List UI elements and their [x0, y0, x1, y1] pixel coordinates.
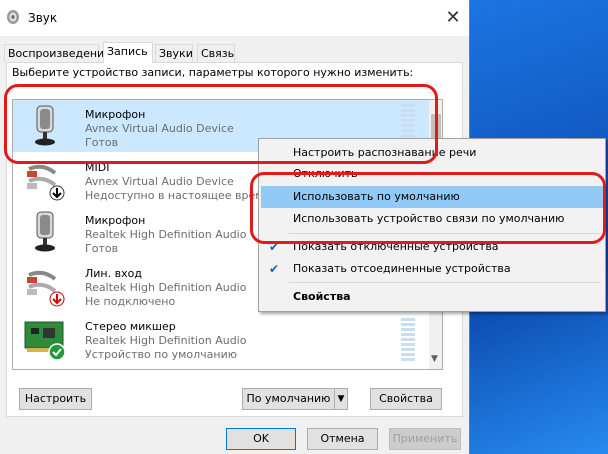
device-status: Готов	[85, 242, 119, 255]
device-status: Недоступно в настоящее время	[85, 189, 271, 202]
tab-playback[interactable]: Воспроизведение	[4, 44, 111, 62]
scroll-down-icon[interactable]: ▼	[431, 354, 438, 364]
menu-item-label: Настроить распознавание речи	[293, 146, 477, 159]
device-driver: Avnex Virtual Audio Device	[85, 122, 234, 135]
close-button[interactable]: ✕	[440, 5, 466, 31]
menu-item-label: Использовать по умолчанию	[293, 190, 460, 203]
device-status: Готов	[85, 136, 119, 149]
device-name: Микрофон	[85, 214, 146, 227]
configure-button[interactable]: Настроить	[19, 388, 92, 410]
level-meter	[401, 318, 415, 362]
checkmark-icon: ✔	[269, 262, 280, 276]
device-name: Микрофон	[85, 108, 146, 121]
tab-recording[interactable]: Запись	[103, 42, 153, 63]
menu-item-disable[interactable]: Отключить	[261, 163, 603, 185]
menu-item-label: Использовать устройство связи по умолчан…	[293, 212, 565, 225]
menu-item-label: Показать отключенные устройства	[293, 240, 499, 253]
device-driver: Realtek High Definition Audio	[85, 281, 247, 294]
line-in-icon	[27, 270, 65, 307]
menu-item-speech-recognition[interactable]: Настроить распознавание речи	[261, 142, 603, 164]
green-check-badge	[48, 343, 66, 361]
device-status: Не подключено	[85, 295, 176, 308]
device-name: Лин. вход	[85, 267, 142, 280]
context-menu: Настроить распознавание речи Отключить И…	[258, 138, 606, 312]
title-bar: Звук ✕	[0, 0, 469, 36]
menu-item-show-disconnected[interactable]: ✔ Показать отсоединенные устройства	[261, 258, 603, 280]
window-title: Звук	[28, 11, 58, 25]
menu-item-label: Показать отсоединенные устройства	[293, 262, 511, 275]
device-item[interactable]: Стерео микшер Realtek High Definition Au…	[13, 312, 429, 364]
speaker-app-icon	[7, 10, 19, 24]
microphone-icon	[35, 105, 55, 146]
tab-communications[interactable]: Связь	[197, 44, 235, 62]
menu-separator	[289, 282, 601, 283]
set-default-dropdown[interactable]: ▼	[334, 388, 348, 410]
menu-item-show-disabled[interactable]: ✔ Показать отключенные устройства	[261, 236, 603, 258]
microphone-icon	[35, 211, 55, 252]
menu-item-properties[interactable]: Свойства	[261, 286, 603, 308]
device-driver: Avnex Virtual Audio Device	[85, 175, 234, 188]
properties-button[interactable]: Свойства	[370, 388, 442, 410]
menu-item-set-default[interactable]: Использовать по умолчанию	[261, 186, 603, 208]
menu-item-label: Отключить	[293, 167, 358, 180]
apply-button[interactable]: Применить	[389, 428, 461, 450]
ok-button[interactable]: OK	[226, 428, 296, 450]
device-name: Стерео микшер	[85, 320, 176, 333]
device-driver: Realtek High Definition Audio	[85, 334, 247, 347]
instruction-text: Выберите устройство записи, параметры ко…	[12, 66, 414, 79]
cancel-button[interactable]: Отмена	[307, 428, 378, 450]
device-status: Устройство по умолчанию	[85, 348, 238, 361]
sound-card-icon	[24, 321, 66, 361]
set-default-button[interactable]: По умолчанию	[242, 388, 335, 410]
device-driver: Realtek High Definition Audio	[85, 228, 247, 241]
checkmark-icon: ✔	[269, 240, 280, 254]
chevron-down-icon: ▼	[337, 394, 345, 404]
menu-item-label: Свойства	[293, 290, 351, 303]
device-name: MIDI	[85, 161, 110, 174]
menu-separator	[289, 233, 601, 234]
menu-item-set-default-comm[interactable]: Использовать устройство связи по умолчан…	[261, 208, 603, 230]
tab-sounds[interactable]: Звуки	[155, 44, 193, 62]
close-icon: ✕	[445, 7, 461, 28]
line-in-icon	[27, 164, 65, 201]
